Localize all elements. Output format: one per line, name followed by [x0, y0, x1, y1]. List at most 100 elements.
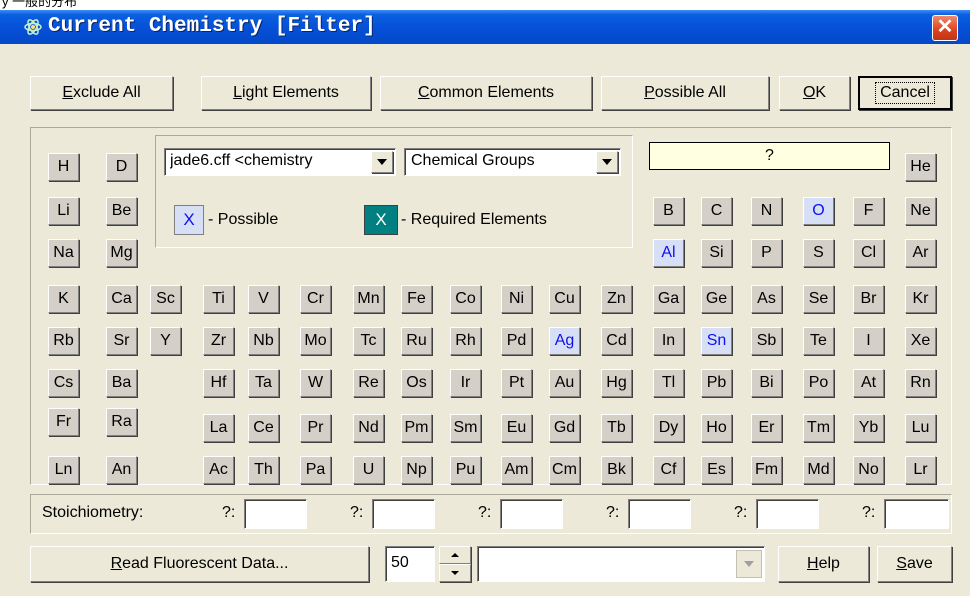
element-th-button[interactable]: Th [248, 456, 279, 484]
element-lr-button[interactable]: Lr [905, 456, 936, 484]
element-fr-button[interactable]: Fr [48, 408, 79, 436]
element-u-button[interactable]: U [353, 456, 384, 484]
element-zn-button[interactable]: Zn [601, 285, 632, 313]
element-k-button[interactable]: K [48, 285, 79, 313]
spin-up-button[interactable] [439, 546, 471, 564]
element-ag-button[interactable]: Ag [549, 327, 580, 355]
element-ho-button[interactable]: Ho [701, 414, 732, 442]
element-pm-button[interactable]: Pm [401, 414, 432, 442]
element-fm-button[interactable]: Fm [751, 456, 782, 484]
element-nd-button[interactable]: Nd [353, 414, 384, 442]
element-au-button[interactable]: Au [549, 369, 580, 397]
groups-dropdown-button[interactable] [596, 151, 618, 173]
element-h-button[interactable]: H [48, 153, 79, 181]
element-si-button[interactable]: Si [701, 239, 732, 267]
cancel-button[interactable]: Cancel [858, 76, 952, 110]
element-eu-button[interactable]: Eu [501, 414, 532, 442]
element-sm-button[interactable]: Sm [450, 414, 481, 442]
element-la-button[interactable]: La [203, 414, 234, 442]
element-ti-button[interactable]: Ti [203, 285, 234, 313]
element-bk-button[interactable]: Bk [601, 456, 632, 484]
element-tl-button[interactable]: Tl [653, 369, 684, 397]
element-md-button[interactable]: Md [803, 456, 834, 484]
element-ni-button[interactable]: Ni [501, 285, 532, 313]
element-gd-button[interactable]: Gd [549, 414, 580, 442]
element-es-button[interactable]: Es [701, 456, 732, 484]
element-sr-button[interactable]: Sr [106, 327, 137, 355]
title-bar[interactable]: Current Chemistry [Filter] ✕ [0, 10, 970, 44]
stoichiometry-input-4[interactable] [628, 499, 691, 529]
stoichiometry-input-6[interactable] [884, 499, 949, 529]
element-p-button[interactable]: P [751, 239, 782, 267]
element-tm-button[interactable]: Tm [803, 414, 834, 442]
element-cl-button[interactable]: Cl [853, 239, 884, 267]
element-os-button[interactable]: Os [401, 369, 432, 397]
element-hg-button[interactable]: Hg [601, 369, 632, 397]
element-ne-button[interactable]: Ne [905, 197, 936, 225]
help-button[interactable]: Help [778, 546, 869, 582]
element-yb-button[interactable]: Yb [853, 414, 884, 442]
element-nb-button[interactable]: Nb [248, 327, 279, 355]
element-mn-button[interactable]: Mn [353, 285, 384, 313]
element-br-button[interactable]: Br [853, 285, 884, 313]
element-tb-button[interactable]: Tb [601, 414, 632, 442]
element-dy-button[interactable]: Dy [653, 414, 684, 442]
stoichiometry-input-1[interactable] [244, 499, 307, 529]
read-fluorescent-data-button[interactable]: Read Fluorescent Data... [30, 546, 369, 582]
possible-all-button[interactable]: Possible All [601, 76, 769, 110]
element-ru-button[interactable]: Ru [401, 327, 432, 355]
element-s-button[interactable]: S [803, 239, 834, 267]
element-ta-button[interactable]: Ta [248, 369, 279, 397]
element-bi-button[interactable]: Bi [751, 369, 782, 397]
data-dropdown[interactable] [477, 546, 765, 582]
element-mg-button[interactable]: Mg [106, 239, 137, 267]
element-ra-button[interactable]: Ra [106, 408, 137, 436]
element-an-button[interactable]: An [106, 456, 137, 484]
element-sc-button[interactable]: Sc [150, 285, 181, 313]
element-te-button[interactable]: Te [803, 327, 834, 355]
element-c-button[interactable]: C [701, 197, 732, 225]
element-w-button[interactable]: W [300, 369, 331, 397]
count-spinner-input[interactable]: 50 [385, 546, 435, 582]
element-f-button[interactable]: F [853, 197, 884, 225]
exclude-all-button[interactable]: Exclude All [30, 76, 173, 110]
element-ca-button[interactable]: Ca [106, 285, 137, 313]
element-po-button[interactable]: Po [803, 369, 834, 397]
element-cm-button[interactable]: Cm [549, 456, 580, 484]
element-cr-button[interactable]: Cr [300, 285, 331, 313]
element-sb-button[interactable]: Sb [751, 327, 782, 355]
element-np-button[interactable]: Np [401, 456, 432, 484]
element-tc-button[interactable]: Tc [353, 327, 384, 355]
element-pb-button[interactable]: Pb [701, 369, 732, 397]
chemistry-query-field[interactable]: ? [649, 142, 890, 170]
element-co-button[interactable]: Co [450, 285, 481, 313]
element-in-button[interactable]: In [653, 327, 684, 355]
element-lu-button[interactable]: Lu [905, 414, 936, 442]
database-combo[interactable]: jade6.cff <chemistry [164, 148, 396, 176]
element-pa-button[interactable]: Pa [300, 456, 331, 484]
element-mo-button[interactable]: Mo [300, 327, 331, 355]
element-ar-button[interactable]: Ar [905, 239, 936, 267]
element-n-button[interactable]: N [751, 197, 782, 225]
element-cu-button[interactable]: Cu [549, 285, 580, 313]
element-rh-button[interactable]: Rh [450, 327, 481, 355]
element-ba-button[interactable]: Ba [106, 369, 137, 397]
element-li-button[interactable]: Li [48, 197, 79, 225]
element-fe-button[interactable]: Fe [401, 285, 432, 313]
save-button[interactable]: Save [877, 546, 952, 582]
ok-button[interactable]: OK [779, 76, 850, 110]
element-re-button[interactable]: Re [353, 369, 384, 397]
close-button[interactable]: ✕ [932, 15, 958, 41]
element-ac-button[interactable]: Ac [203, 456, 234, 484]
element-ln-button[interactable]: Ln [48, 456, 79, 484]
element-ir-button[interactable]: Ir [450, 369, 481, 397]
element-ge-button[interactable]: Ge [701, 285, 732, 313]
element-sn-button[interactable]: Sn [701, 327, 732, 355]
element-cf-button[interactable]: Cf [653, 456, 684, 484]
element-am-button[interactable]: Am [501, 456, 532, 484]
element-v-button[interactable]: V [248, 285, 279, 313]
element-na-button[interactable]: Na [48, 239, 79, 267]
element-se-button[interactable]: Se [803, 285, 834, 313]
element-he-button[interactable]: He [905, 153, 936, 181]
stoichiometry-input-2[interactable] [372, 499, 435, 529]
